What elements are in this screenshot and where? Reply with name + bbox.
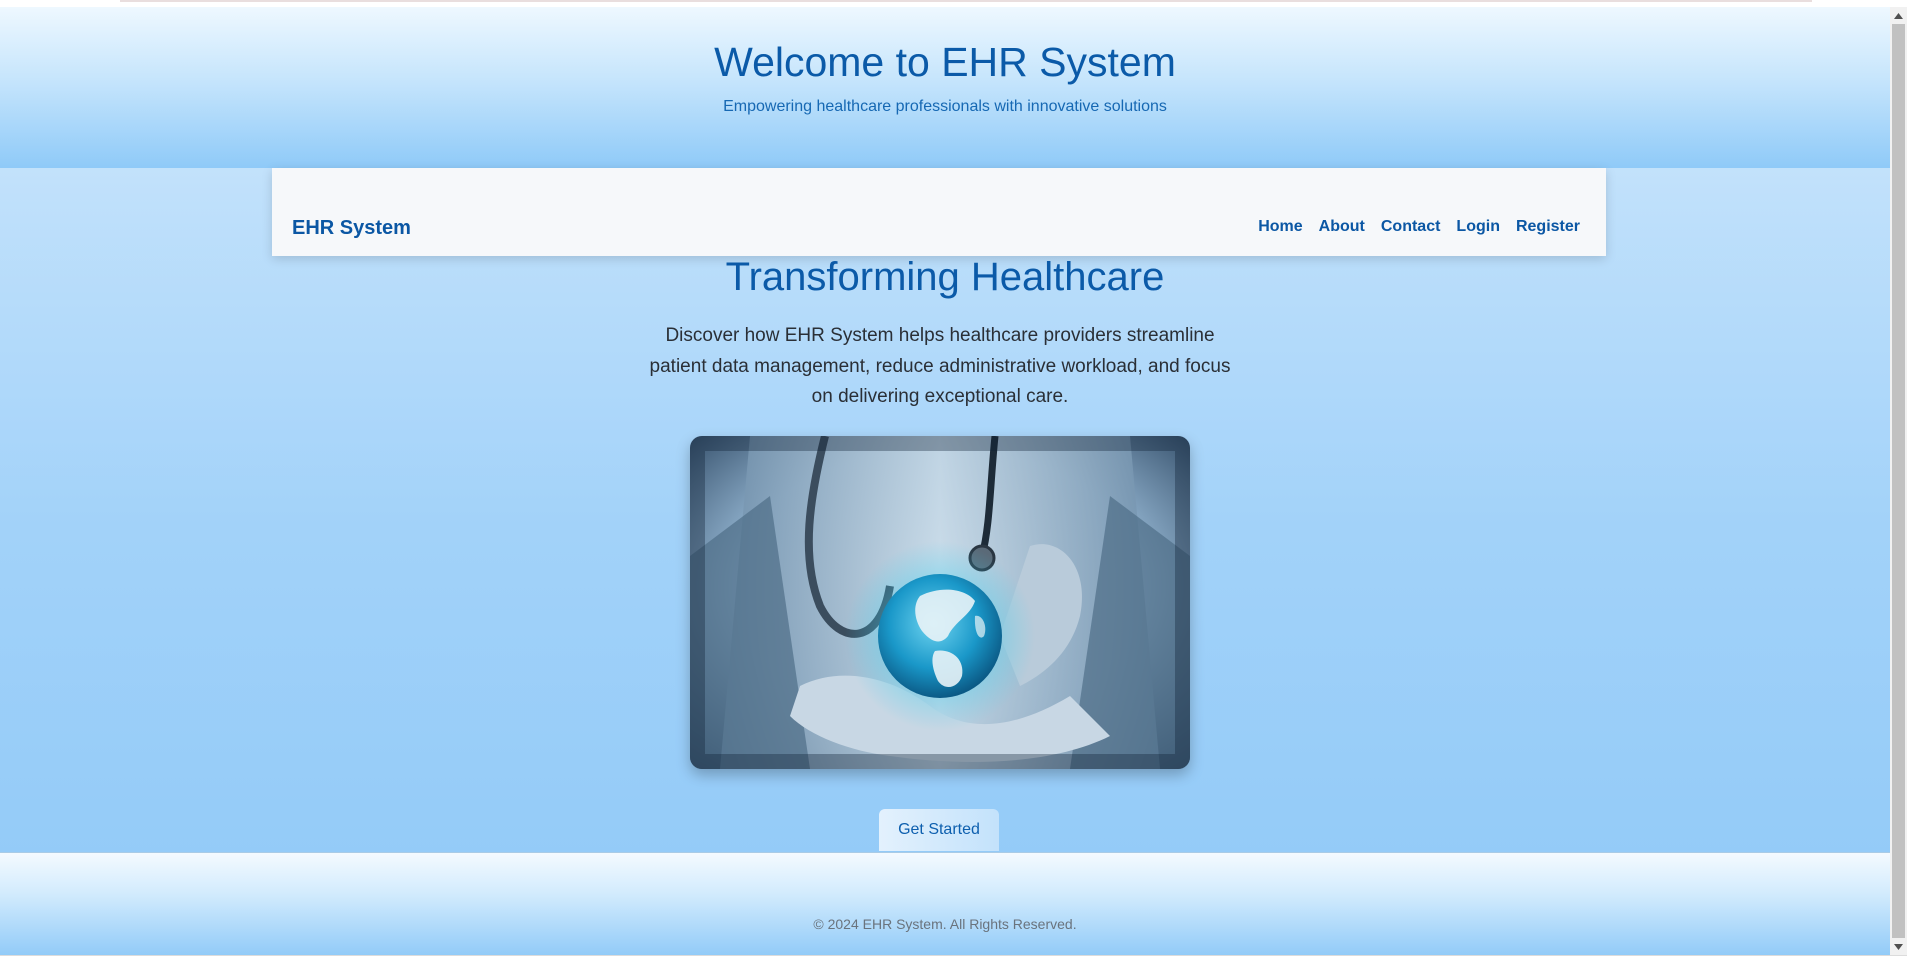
nav-links: Home About Contact Login Register [1258,218,1580,236]
nav-link-contact[interactable]: Contact [1381,218,1441,236]
scroll-down-icon[interactable] [1890,938,1907,955]
hero-image [690,436,1190,769]
nav-link-login[interactable]: Login [1456,218,1500,236]
get-started-button[interactable]: Get Started [879,809,999,851]
nav-link-register[interactable]: Register [1516,218,1580,236]
navbar: EHR System Home About Contact Login Regi… [272,168,1606,256]
site-footer: © 2024 EHR System. All Rights Reserved. [0,852,1890,955]
browser-top-line [120,0,1812,2]
brand-logo-text[interactable]: EHR System [292,217,411,240]
page: Welcome to EHR System Empowering healthc… [0,7,1890,955]
scrollbar-thumb[interactable] [1892,24,1905,938]
page-title: Welcome to EHR System [714,39,1176,85]
hero-description: Discover how EHR System helps healthcare… [649,325,1231,407]
footer-copyright: © 2024 EHR System. All Rights Reserved. [813,916,1077,932]
site-header: Welcome to EHR System Empowering healthc… [0,7,1890,168]
nav-link-about[interactable]: About [1319,218,1365,236]
nav-link-home[interactable]: Home [1258,218,1302,236]
vertical-scrollbar[interactable] [1890,7,1907,955]
doctor-globe-illustration [690,436,1190,769]
hero-title: Transforming Healthcare [725,255,1165,299]
page-subtitle: Empowering healthcare professionals with… [723,98,1167,115]
scroll-up-icon[interactable] [1890,7,1907,24]
